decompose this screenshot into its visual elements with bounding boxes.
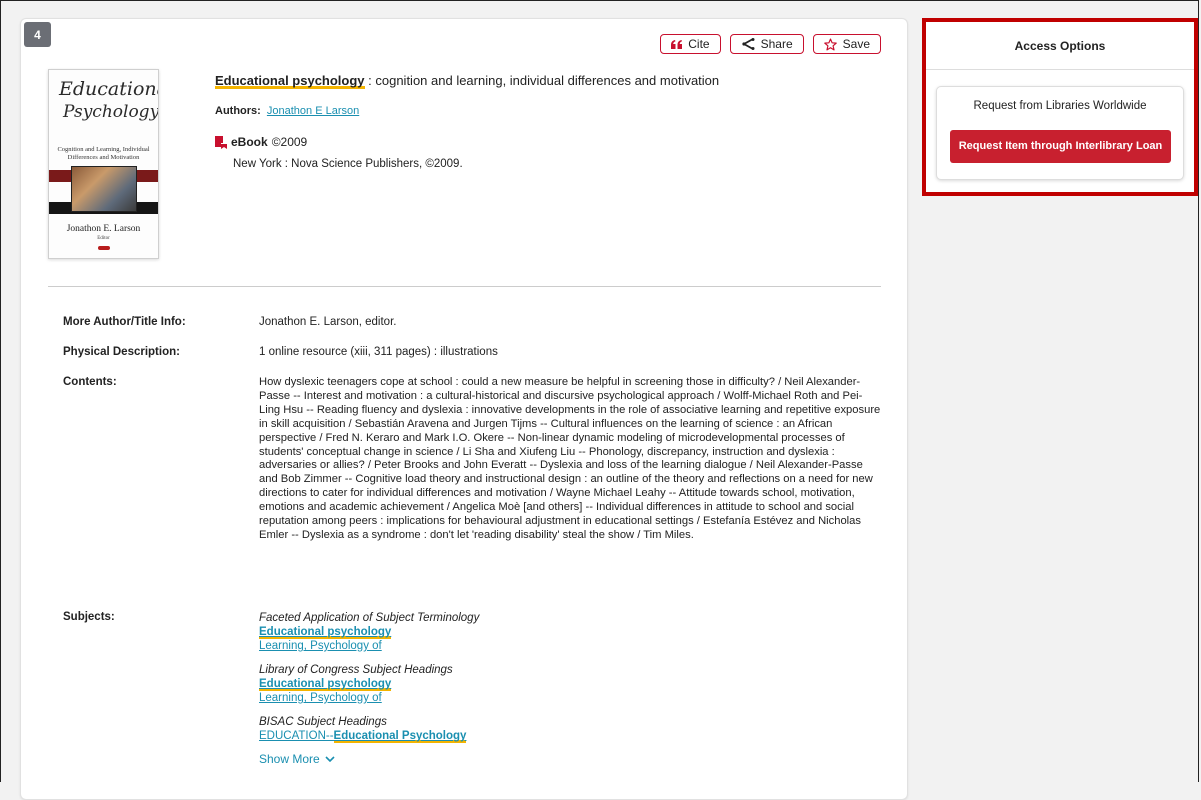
subject-link-prefix: EDUCATION-- — [259, 730, 334, 742]
cover-subtitle: Cognition and Learning, Individual Diffe… — [57, 146, 150, 161]
show-more-link[interactable]: Show More — [259, 752, 659, 766]
cover-photo — [71, 166, 137, 212]
subject-link-label: Educational Psychology — [333, 730, 467, 743]
result-number-badge: 4 — [24, 22, 51, 47]
quote-icon — [671, 39, 683, 49]
subject-group-heading-bisac: BISAC Subject Headings — [259, 716, 387, 728]
subjects-list: Faceted Application of Subject Terminolo… — [259, 611, 659, 766]
subject-link[interactable]: EDUCATION--Educational Psychology — [259, 729, 659, 743]
subject-link[interactable]: Learning, Psychology of — [259, 639, 659, 653]
record-title-rest: : cognition and learning, individual dif… — [364, 73, 720, 88]
physical-description-label: Physical Description: — [63, 346, 180, 358]
format-label: eBook — [231, 135, 268, 149]
author-link[interactable]: Jonathon E Larson — [267, 105, 359, 117]
access-option-card: Request from Libraries Worldwide Request… — [936, 86, 1184, 180]
cover-title-line1: Educational — [59, 78, 158, 100]
cite-button[interactable]: Cite — [660, 34, 721, 54]
subject-link[interactable]: Learning, Psychology of — [259, 691, 659, 705]
access-options-header: Access Options — [926, 22, 1194, 70]
book-cover-image[interactable]: Educational Psychology Cognition and Lea… — [48, 69, 159, 259]
save-button[interactable]: Save — [812, 34, 881, 54]
subject-link[interactable]: Educational psychology — [259, 625, 659, 639]
subject-link-label: Educational psychology — [259, 678, 392, 691]
more-author-value: Jonathon E. Larson, editor. — [259, 316, 397, 328]
record-title-link[interactable]: Educational psychology — [215, 73, 365, 89]
contents-value: How dyslexic teenagers cope at school : … — [259, 376, 881, 541]
more-author-label: More Author/Title Info: — [63, 316, 186, 328]
subjects-label: Subjects: — [63, 611, 115, 623]
physical-description-value: 1 online resource (xiii, 311 pages) : il… — [259, 346, 498, 358]
cover-author: Jonathon E. Larson — [66, 224, 141, 234]
cite-label: Cite — [688, 37, 710, 51]
subject-link-label: Educational psychology — [259, 626, 392, 639]
share-icon — [741, 38, 755, 50]
access-option-title: Request from Libraries Worldwide — [973, 100, 1147, 112]
chevron-down-icon — [325, 756, 335, 762]
contents-label: Contents: — [63, 376, 117, 388]
cover-title-line2: Psychology — [63, 102, 159, 122]
action-bar: Cite Share Save — [660, 34, 881, 54]
authors-line: Authors: Jonathon E Larson — [215, 105, 359, 117]
interlibrary-loan-button[interactable]: Request Item through Interlibrary Loan — [950, 130, 1171, 163]
publisher-info: New York : Nova Science Publishers, ©200… — [233, 158, 463, 170]
cover-editor: Editor — [97, 236, 110, 241]
show-more-label: Show More — [259, 752, 320, 766]
share-label: Share — [760, 37, 793, 51]
subject-group-heading-fast: Faceted Application of Subject Terminolo… — [259, 612, 480, 624]
ebook-icon — [215, 135, 227, 149]
share-button[interactable]: Share — [729, 34, 804, 54]
format-line: eBook ©2009 — [215, 135, 307, 149]
subject-link[interactable]: Educational psychology — [259, 677, 659, 691]
section-divider — [48, 286, 881, 287]
record-card: 4 Cite Share Save Educational Psychology… — [20, 18, 908, 800]
access-options-panel: Access Options Request from Libraries Wo… — [922, 18, 1198, 196]
format-year: ©2009 — [271, 135, 308, 149]
star-icon — [823, 37, 837, 50]
subject-group-heading-lcsh: Library of Congress Subject Headings — [259, 664, 453, 676]
record-title: Educational psychology : cognition and l… — [215, 73, 720, 89]
cover-publisher-mark — [98, 246, 110, 250]
save-label: Save — [842, 37, 870, 51]
authors-label: Authors: — [215, 105, 261, 117]
